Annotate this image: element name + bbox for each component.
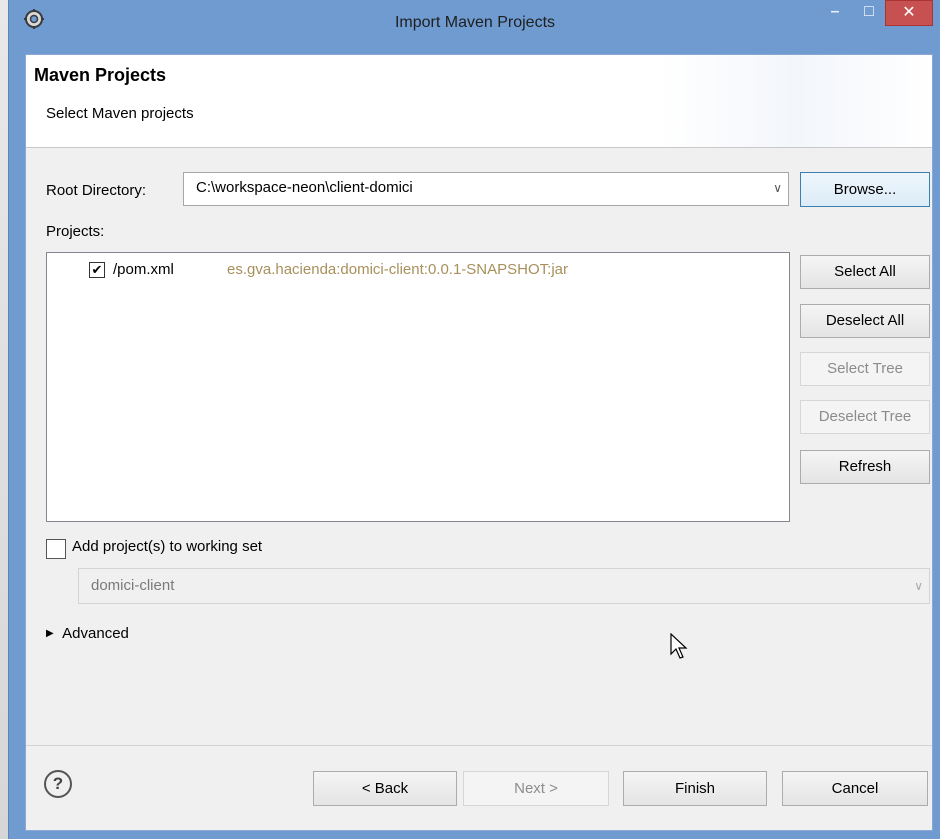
working-set-value: domici-client bbox=[91, 577, 175, 594]
next-button[interactable]: Next > bbox=[463, 771, 609, 806]
root-directory-label: Root Directory: bbox=[46, 182, 147, 199]
deselect-all-button[interactable]: Deselect All bbox=[800, 304, 930, 338]
select-all-button[interactable]: Select All bbox=[800, 255, 930, 289]
background-strip bbox=[0, 0, 8, 839]
project-checkbox[interactable]: ✔ bbox=[89, 262, 105, 278]
mouse-cursor-icon bbox=[670, 633, 688, 659]
wizard-header: Maven Projects Select Maven projects bbox=[26, 55, 932, 148]
projects-list[interactable]: ✔ /pom.xml es.gva.hacienda:domici-client… bbox=[46, 252, 790, 522]
refresh-button[interactable]: Refresh bbox=[800, 450, 930, 484]
dialog-client-area: Maven Projects Select Maven projects Roo… bbox=[25, 54, 933, 831]
working-set-label[interactable]: Add project(s) to working set bbox=[72, 538, 262, 555]
select-tree-button[interactable]: Select Tree bbox=[800, 352, 930, 386]
title-bar[interactable]: Import Maven Projects – □ ✕ bbox=[9, 0, 940, 54]
root-directory-value: C:\workspace-neon\client-domici bbox=[196, 179, 413, 196]
finish-button[interactable]: Finish bbox=[623, 771, 767, 806]
close-button[interactable]: ✕ bbox=[885, 0, 933, 26]
working-set-checkbox[interactable] bbox=[46, 539, 66, 559]
back-button[interactable]: < Back bbox=[313, 771, 457, 806]
chevron-down-icon[interactable]: ∨ bbox=[773, 173, 782, 203]
help-icon[interactable]: ? bbox=[44, 770, 72, 798]
browse-button[interactable]: Browse... bbox=[800, 172, 930, 207]
page-subtitle: Select Maven projects bbox=[46, 105, 194, 122]
page-title: Maven Projects bbox=[34, 65, 167, 85]
list-item[interactable]: ✔ /pom.xml es.gva.hacienda:domici-client… bbox=[47, 253, 787, 287]
project-name: /pom.xml bbox=[113, 261, 174, 278]
root-directory-combo[interactable]: C:\workspace-neon\client-domici ∨ bbox=[183, 172, 789, 206]
maximize-button[interactable]: □ bbox=[855, 0, 883, 26]
projects-label: Projects: bbox=[46, 223, 105, 240]
deselect-tree-button[interactable]: Deselect Tree bbox=[800, 400, 930, 434]
minimize-button[interactable]: – bbox=[821, 0, 849, 26]
expand-arrow-icon: ▶ bbox=[46, 628, 54, 639]
project-artifact: es.gva.hacienda:domici-client:0.0.1-SNAP… bbox=[227, 261, 568, 278]
window-title: Import Maven Projects bbox=[394, 14, 556, 31]
advanced-label: Advanced bbox=[62, 625, 129, 642]
footer-divider bbox=[26, 745, 932, 746]
cancel-button[interactable]: Cancel bbox=[782, 771, 928, 806]
chevron-down-icon: ∨ bbox=[914, 579, 923, 593]
advanced-toggle[interactable]: ▶ Advanced bbox=[46, 625, 129, 649]
import-maven-dialog: Import Maven Projects – □ ✕ Maven Projec… bbox=[8, 0, 940, 839]
working-set-combo[interactable]: domici-client ∨ bbox=[78, 568, 930, 604]
